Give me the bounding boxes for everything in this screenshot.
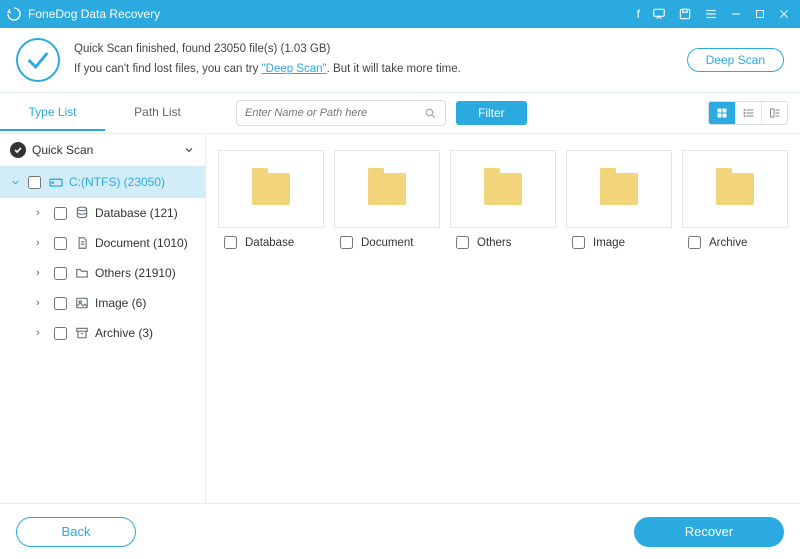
tree-item-image[interactable]: › Image (6) [0, 288, 205, 318]
view-list-icon[interactable] [735, 102, 761, 124]
tree-checkbox[interactable] [54, 237, 67, 250]
chevron-right-icon: › [36, 207, 52, 219]
tree-drive-checkbox[interactable] [28, 176, 41, 189]
scan-complete-icon [16, 38, 60, 82]
card-label: Archive [709, 237, 747, 249]
card-checkbox[interactable] [572, 236, 585, 249]
tree-item-archive[interactable]: › Archive (3) [0, 318, 205, 348]
view-switch [708, 101, 788, 125]
folder-icon [252, 173, 290, 205]
check-dot-icon [10, 142, 26, 158]
card-label: Others [477, 237, 512, 249]
tree-item-label: Document (1010) [95, 236, 188, 250]
folder-card-document[interactable]: Document [334, 150, 440, 249]
folder-icon [368, 173, 406, 205]
chevron-down-icon [183, 144, 195, 156]
document-icon [73, 236, 91, 250]
facebook-icon[interactable]: f [637, 8, 640, 20]
folder-icon [716, 173, 754, 205]
card-checkbox[interactable] [688, 236, 701, 249]
tree-checkbox[interactable] [54, 267, 67, 280]
status-line-1: Quick Scan finished, found 23050 file(s)… [74, 40, 461, 60]
app-logo-icon [0, 6, 28, 22]
view-detail-icon[interactable] [761, 102, 787, 124]
maximize-icon[interactable] [754, 8, 766, 20]
card-label: Database [245, 237, 294, 249]
content-grid: Database Document Others Image Archive [205, 133, 800, 503]
chevron-right-icon: › [36, 327, 52, 339]
footer: Back Recover [0, 503, 800, 559]
folder-icon [600, 173, 638, 205]
tree-item-label: Archive (3) [95, 326, 153, 340]
card-checkbox[interactable] [340, 236, 353, 249]
chevron-right-icon: › [36, 237, 52, 249]
image-icon [73, 296, 91, 310]
deep-scan-button[interactable]: Deep Scan [687, 48, 784, 72]
chevron-right-icon: › [36, 297, 52, 309]
tree-item-label: Database (121) [95, 206, 178, 220]
folder-icon [484, 173, 522, 205]
tree-checkbox[interactable] [54, 297, 67, 310]
card-label: Document [361, 237, 413, 249]
folder-icon [73, 266, 91, 280]
back-button[interactable]: Back [16, 517, 136, 547]
menu-icon[interactable] [704, 7, 718, 21]
tab-path-list[interactable]: Path List [105, 95, 210, 131]
filter-button[interactable]: Filter [456, 101, 527, 125]
tree-drive[interactable]: C:(NTFS) (23050) [0, 166, 205, 198]
chevron-down-icon [10, 177, 26, 188]
tree-drive-label: C:(NTFS) (23050) [69, 175, 165, 189]
card-label: Image [593, 237, 625, 249]
tree-quick-scan[interactable]: Quick Scan [0, 134, 205, 166]
card-checkbox[interactable] [224, 236, 237, 249]
folder-card-archive[interactable]: Archive [682, 150, 788, 249]
tab-type-list[interactable]: Type List [0, 95, 105, 131]
recover-button[interactable]: Recover [634, 517, 784, 547]
folder-card-database[interactable]: Database [218, 150, 324, 249]
search-icon[interactable] [424, 107, 437, 120]
tree-item-label: Image (6) [95, 296, 146, 310]
tree-quick-scan-label: Quick Scan [32, 143, 93, 157]
folder-card-image[interactable]: Image [566, 150, 672, 249]
tree-item-label: Others (21910) [95, 266, 176, 280]
tree-checkbox[interactable] [54, 327, 67, 340]
minimize-icon[interactable] [730, 8, 742, 20]
close-icon[interactable] [778, 8, 790, 20]
toolbar: Type List Path List Filter [0, 93, 800, 133]
status-banner: Quick Scan finished, found 23050 file(s)… [0, 28, 800, 93]
deep-scan-link[interactable]: "Deep Scan" [262, 63, 327, 75]
sidebar: Quick Scan C:(NTFS) (23050) › Database (… [0, 133, 205, 503]
view-grid-icon[interactable] [709, 102, 735, 124]
folder-card-others[interactable]: Others [450, 150, 556, 249]
search-input[interactable] [245, 107, 424, 119]
search-box[interactable] [236, 100, 446, 126]
tree-item-others[interactable]: › Others (21910) [0, 258, 205, 288]
chevron-right-icon: › [36, 267, 52, 279]
card-checkbox[interactable] [456, 236, 469, 249]
status-line-2: If you can't find lost files, you can tr… [74, 60, 461, 80]
titlebar: FoneDog Data Recovery f [0, 0, 800, 28]
save-icon[interactable] [678, 7, 692, 21]
tree-item-document[interactable]: › Document (1010) [0, 228, 205, 258]
tree-item-database[interactable]: › Database (121) [0, 198, 205, 228]
archive-icon [73, 326, 91, 340]
database-icon [73, 206, 91, 220]
feedback-icon[interactable] [652, 7, 666, 21]
app-title: FoneDog Data Recovery [28, 7, 637, 21]
drive-icon [47, 174, 65, 190]
tree-checkbox[interactable] [54, 207, 67, 220]
